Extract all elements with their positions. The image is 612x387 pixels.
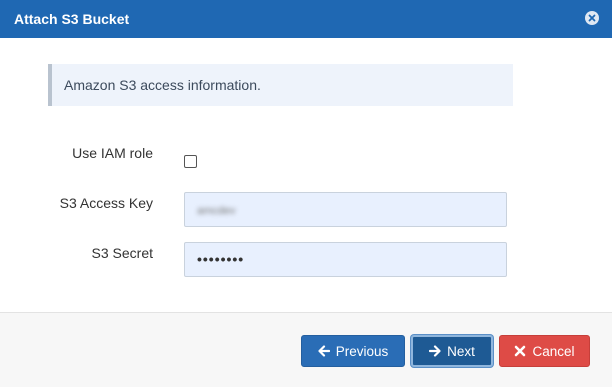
arrow-left-icon xyxy=(318,345,330,357)
info-text: Amazon S3 access information. xyxy=(64,77,261,93)
dialog-body: Amazon S3 access information. Use IAM ro… xyxy=(0,38,612,312)
use-iam-role-label: Use IAM role xyxy=(72,145,153,161)
dialog-title: Attach S3 Bucket xyxy=(14,11,130,27)
use-iam-role-checkbox[interactable] xyxy=(184,155,197,168)
close-icon[interactable] xyxy=(585,11,599,25)
dialog-footer: Previous Next Cancel xyxy=(0,312,612,387)
previous-button[interactable]: Previous xyxy=(301,335,405,367)
next-button[interactable]: Next xyxy=(411,335,493,367)
s3-access-key-input[interactable]: amcdev xyxy=(184,192,507,227)
cancel-label: Cancel xyxy=(532,343,575,359)
next-label: Next xyxy=(447,343,475,359)
x-icon xyxy=(515,345,526,357)
info-alert: Amazon S3 access information. xyxy=(48,64,513,106)
s3-secret-value: •••••••• xyxy=(197,251,245,267)
attach-s3-bucket-dialog: Attach S3 Bucket Amazon S3 access inform… xyxy=(0,0,612,387)
previous-label: Previous xyxy=(335,343,389,359)
s3-access-key-label: S3 Access Key xyxy=(59,195,153,211)
s3-secret-input[interactable]: •••••••• xyxy=(184,242,507,277)
cancel-button[interactable]: Cancel xyxy=(499,335,590,367)
arrow-right-icon xyxy=(429,345,441,357)
dialog-titlebar: Attach S3 Bucket xyxy=(0,0,612,38)
s3-access-key-value: amcdev xyxy=(197,205,236,217)
s3-secret-label: S3 Secret xyxy=(91,245,153,261)
